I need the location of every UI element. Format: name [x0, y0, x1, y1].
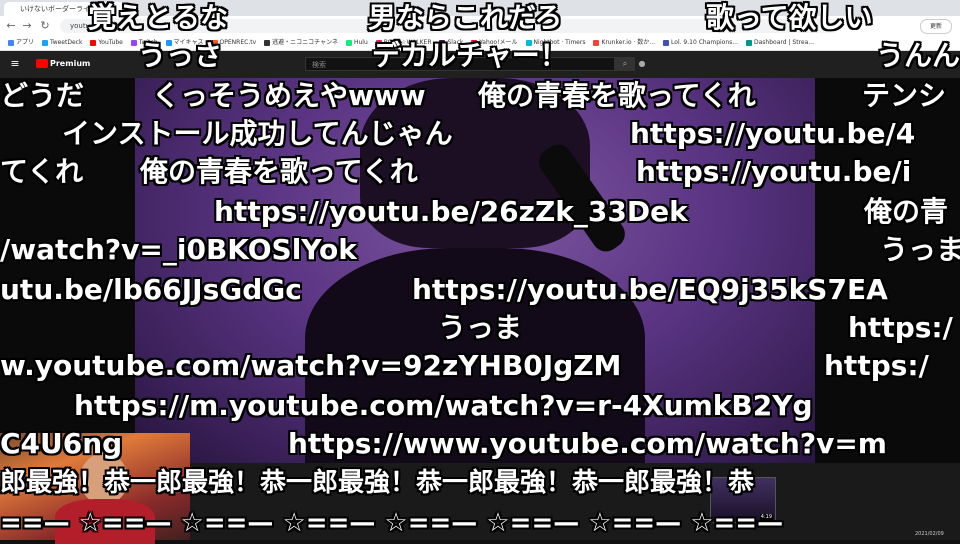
bookmark-favicon-icon — [90, 39, 97, 46]
bookmark-item[interactable]: Hulu — [345, 36, 368, 50]
bookmark-favicon-icon — [746, 39, 752, 46]
youtube-logo[interactable]: Premium — [36, 59, 90, 68]
danmaku-comment: https://youtu.be/4 — [630, 117, 916, 150]
danmaku-comment: https://youtu.be/EQ9j35kS7EA — [412, 273, 888, 306]
danmaku-comment: テンシ — [862, 79, 947, 112]
danmaku-comment: utu.be/lb66JJsGdGc — [0, 273, 302, 306]
bookmark-favicon-icon — [593, 39, 600, 46]
danmaku-comment: ==— ☆==— ☆==— ☆==— ☆==— ☆==— ☆==— ☆==— — [0, 508, 784, 538]
danmaku-comment: https://www.youtube.com/watch?v=m — [288, 427, 887, 460]
bookmark-label: Dashboard | Strea... — [754, 39, 814, 46]
bookmark-item[interactable]: アプリ — [8, 36, 34, 50]
bookmark-label: 逃避・ニコニコチャンネ — [272, 39, 338, 46]
bookmark-item[interactable]: Dashboard | Strea... — [746, 36, 814, 50]
update-button[interactable]: 更新 — [920, 19, 952, 34]
danmaku-comment: https://m.youtube.com/watch?v=r-4XumkB2Y… — [74, 389, 813, 422]
bookmark-label: YouTube — [98, 39, 123, 46]
danmaku-comment: 俺の青 — [864, 195, 949, 228]
danmaku-comment: うっま — [438, 311, 523, 344]
bookmark-favicon-icon — [130, 39, 137, 46]
danmaku-comment: https://youtu.be/26zZk_33Dek — [214, 195, 688, 228]
danmaku-comment: 男ならこれだろ — [368, 1, 563, 34]
bookmark-label: アプリ — [16, 39, 35, 46]
danmaku-comment: w.youtube.com/watch?v=92zYHB0JgZM — [0, 349, 622, 382]
danmaku-comment: 歌って欲しい — [706, 1, 873, 34]
bookmark-label: Krunker.io · 数か... — [601, 39, 656, 46]
reload-icon[interactable]: ↻ — [38, 19, 52, 33]
bookmark-label: Hulu — [353, 39, 368, 46]
danmaku-comment: くっそうめえやwww — [152, 79, 426, 112]
forward-icon[interactable]: → — [20, 19, 34, 33]
danmaku-comment: 俺の青春を歌ってくれ — [478, 79, 756, 112]
danmaku-comment: https://youtu.be/i — [636, 155, 912, 188]
bookmark-label: OPENREC.tv — [219, 39, 257, 46]
search-icon[interactable]: ⌕ — [615, 57, 635, 71]
browser-window: いけないボーダーライン · You ← → ↻ youtu 更新 アプリ Twee… — [0, 0, 960, 544]
danmaku-comment: うっさ — [138, 39, 223, 72]
danmaku-comment: 俺の青春を歌ってくれ — [140, 155, 418, 188]
menu-icon[interactable]: ≡ — [8, 57, 22, 71]
danmaku-comment: 郎最強！恭一郎最強！恭一郎最強！恭一郎最強！恭一郎最強！恭 — [0, 468, 755, 498]
danmaku-comment: インストール成功してんじゃん — [62, 117, 453, 150]
danmaku-comment: https:/ — [848, 311, 953, 344]
bookmark-favicon-icon — [8, 39, 14, 46]
danmaku-comment: C4U6ng — [0, 427, 123, 460]
danmaku-comment: うんん — [876, 39, 960, 72]
bookmark-favicon-icon — [345, 39, 352, 46]
danmaku-comment: どうだ — [0, 79, 85, 112]
clock-date: 2021/02/09 — [915, 531, 944, 537]
bookmark-favicon-icon — [42, 39, 49, 46]
bookmark-item[interactable]: Lol. 9.10 Champions... — [663, 36, 738, 50]
bookmark-item[interactable]: YouTube — [90, 36, 123, 50]
bookmark-label: TweetDeck — [50, 39, 83, 46]
danmaku-comment: デカルチャー！ — [372, 39, 568, 72]
bookmark-favicon-icon — [663, 39, 670, 46]
danmaku-comment: /watch?v=_i0BKOSlYok — [0, 233, 357, 266]
danmaku-comment: https:/ — [824, 349, 929, 382]
danmaku-comment: てくれ — [0, 155, 84, 188]
danmaku-comment: うっま — [880, 233, 960, 266]
bookmark-item[interactable]: Krunker.io · 数か... — [593, 36, 655, 50]
bookmark-item[interactable]: TweetDeck — [42, 36, 82, 50]
mic-icon[interactable]: ● — [635, 57, 649, 71]
bookmark-item[interactable]: 逃避・ニコニコチャンネ — [264, 36, 338, 50]
bookmark-label: Lol. 9.10 Champions... — [671, 39, 738, 46]
danmaku-comment: 覚えとるな — [88, 1, 229, 34]
premium-label: Premium — [50, 59, 91, 68]
back-icon[interactable]: ← — [4, 19, 18, 33]
youtube-play-icon — [36, 59, 48, 68]
bookmark-favicon-icon — [264, 39, 271, 46]
